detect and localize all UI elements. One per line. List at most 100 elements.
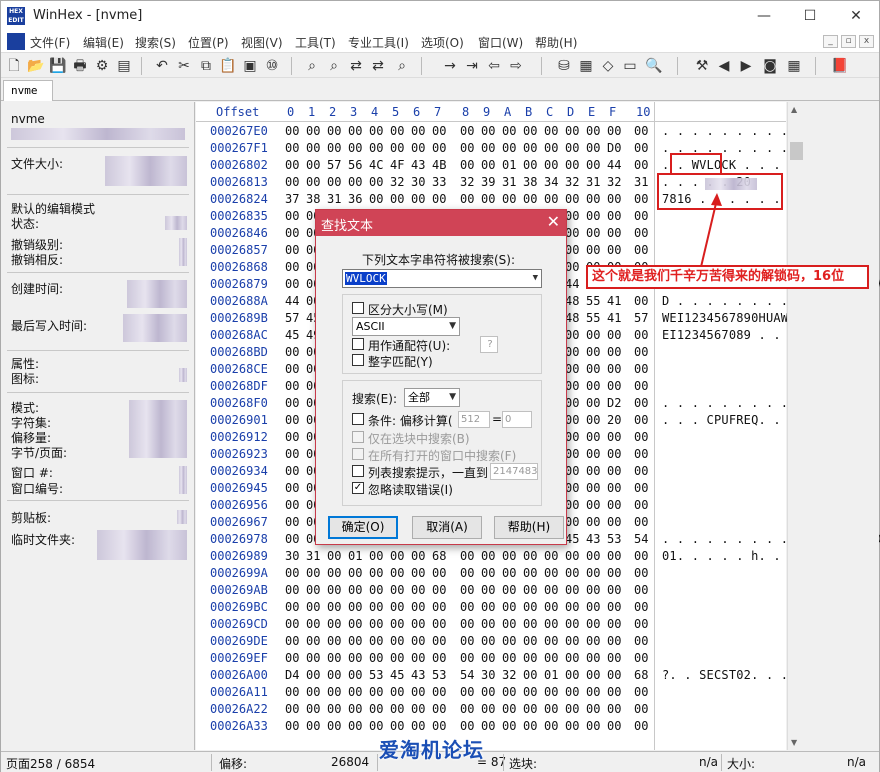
hex-byte[interactable]: 00 [285,124,299,138]
hex-byte[interactable]: 00 [586,685,600,699]
replace-hex-icon[interactable]: ⇄ [369,57,387,75]
hex-byte[interactable]: 00 [411,566,425,580]
hex-byte[interactable]: 00 [634,430,648,444]
hex-byte[interactable]: 00 [523,141,537,155]
hex-byte[interactable]: 00 [348,668,362,682]
hex-byte[interactable]: 00 [502,192,516,206]
find-again-icon[interactable]: ⌕ [393,57,411,75]
hex-byte[interactable]: 00 [306,566,320,580]
chevron-down-icon[interactable]: ▼ [449,318,456,335]
hex-byte[interactable]: 48 [565,294,579,308]
hex-byte[interactable]: 00 [565,583,579,597]
hex-byte[interactable]: 00 [285,209,299,223]
hex-byte[interactable]: 00 [306,158,320,172]
hex-byte[interactable]: 00 [607,430,621,444]
hex-byte[interactable]: 00 [432,583,446,597]
hex-byte[interactable]: 00 [634,464,648,478]
hex-byte[interactable]: 55 [586,294,600,308]
hex-byte[interactable]: 57 [634,311,648,325]
write-binary-icon[interactable]: ⑩ [263,57,281,75]
hex-byte[interactable]: 00 [634,158,648,172]
menu-help[interactable]: 帮助(H) [535,34,577,51]
data-interpreter-icon[interactable]: ◇ [599,57,617,75]
hex-byte[interactable]: 00 [369,549,383,563]
save-icon[interactable]: 💾 [49,57,67,75]
table-row[interactable]: 00026A33 00 00 00 00 00 00 00 00 00 00 00 00 00 00 00 00… [196,719,786,736]
hex-byte[interactable]: 00 [565,430,579,444]
hex-byte[interactable]: 00 [348,617,362,631]
hex-byte[interactable]: 00 [607,226,621,240]
hex-byte[interactable]: 31 [327,192,341,206]
hex-byte[interactable]: 00 [634,328,648,342]
hex-byte[interactable]: 00 [327,600,341,614]
hex-byte[interactable]: 00 [481,583,495,597]
hex-byte[interactable]: 00 [285,634,299,648]
hex-byte[interactable]: 00 [460,583,474,597]
hex-byte[interactable]: 00 [544,158,558,172]
hex-byte[interactable]: 00 [460,719,474,733]
hex-byte[interactable]: 00 [285,277,299,291]
next-page-icon[interactable]: ▶ [737,57,755,75]
menu-file[interactable]: 文件(F) [30,34,70,51]
hex-byte[interactable]: 00 [369,702,383,716]
menu-search[interactable]: 搜索(S) [135,34,176,51]
hex-byte[interactable]: 31 [634,175,648,189]
hex-byte[interactable]: 00 [285,651,299,665]
hex-byte[interactable]: 00 [285,464,299,478]
forward-icon[interactable]: ⇨ [507,57,525,75]
open-folder-icon[interactable]: 📂 [27,57,45,75]
hex-byte[interactable]: 00 [411,634,425,648]
hex-byte[interactable]: 33 [432,175,446,189]
hex-byte[interactable]: 00 [411,685,425,699]
hex-byte[interactable]: 00 [634,243,648,257]
hex-byte[interactable]: 00 [390,685,404,699]
hex-byte[interactable]: 00 [607,583,621,597]
hex-byte[interactable]: 00 [565,243,579,257]
hex-byte[interactable]: 00 [607,634,621,648]
hex-byte[interactable]: 00 [481,158,495,172]
hex-byte[interactable]: 00 [586,719,600,733]
hex-byte[interactable]: 00 [607,600,621,614]
hex-byte[interactable]: 00 [460,566,474,580]
hex-byte[interactable]: 32 [390,175,404,189]
hex-byte[interactable]: 00 [285,396,299,410]
hex-byte[interactable]: 00 [607,481,621,495]
hex-byte[interactable]: 00 [481,141,495,155]
maximize-button[interactable]: ☐ [787,1,833,31]
hex-byte[interactable]: 00 [634,651,648,665]
hex-byte[interactable]: 41 [607,294,621,308]
hex-byte[interactable]: 00 [586,651,600,665]
tools-icon[interactable]: ⚒ [693,57,711,75]
search-scope-select[interactable]: 全部 ▼ [404,388,460,407]
hex-byte[interactable]: 00 [285,702,299,716]
hex-byte[interactable]: 00 [607,651,621,665]
hex-byte[interactable]: 00 [634,617,648,631]
hex-byte[interactable]: 00 [586,668,600,682]
hex-byte[interactable]: 00 [565,141,579,155]
hex-byte[interactable]: 00 [544,634,558,648]
calculator-icon[interactable]: ▭ [621,57,639,75]
hex-byte[interactable]: 00 [348,175,362,189]
hex-byte[interactable]: 4C [369,158,383,172]
hex-byte[interactable]: 00 [607,124,621,138]
hex-byte[interactable]: 00 [565,549,579,563]
hex-byte[interactable]: 00 [285,498,299,512]
hex-byte[interactable]: 00 [634,685,648,699]
hex-byte[interactable]: 00 [327,566,341,580]
mdi-restore-button[interactable]: ▫ [841,35,856,48]
hex-byte[interactable]: 00 [390,566,404,580]
hex-byte[interactable]: 00 [565,634,579,648]
hex-byte[interactable]: 32 [565,175,579,189]
mdi-close-button[interactable]: x [859,35,874,48]
hex-byte[interactable]: 00 [481,549,495,563]
hex-byte[interactable]: 00 [411,600,425,614]
hex-byte[interactable]: 00 [607,209,621,223]
hex-byte[interactable]: 00 [565,464,579,478]
hex-byte[interactable]: 00 [348,583,362,597]
ignore-errors-checkbox[interactable]: ✓ [352,482,364,494]
hex-byte[interactable]: 00 [634,413,648,427]
open-disk-icon[interactable]: ▤ [115,57,133,75]
menu-pro-tools[interactable]: 专业工具(I) [348,34,409,51]
hex-byte[interactable]: 30 [285,549,299,563]
hex-byte[interactable]: 00 [411,141,425,155]
